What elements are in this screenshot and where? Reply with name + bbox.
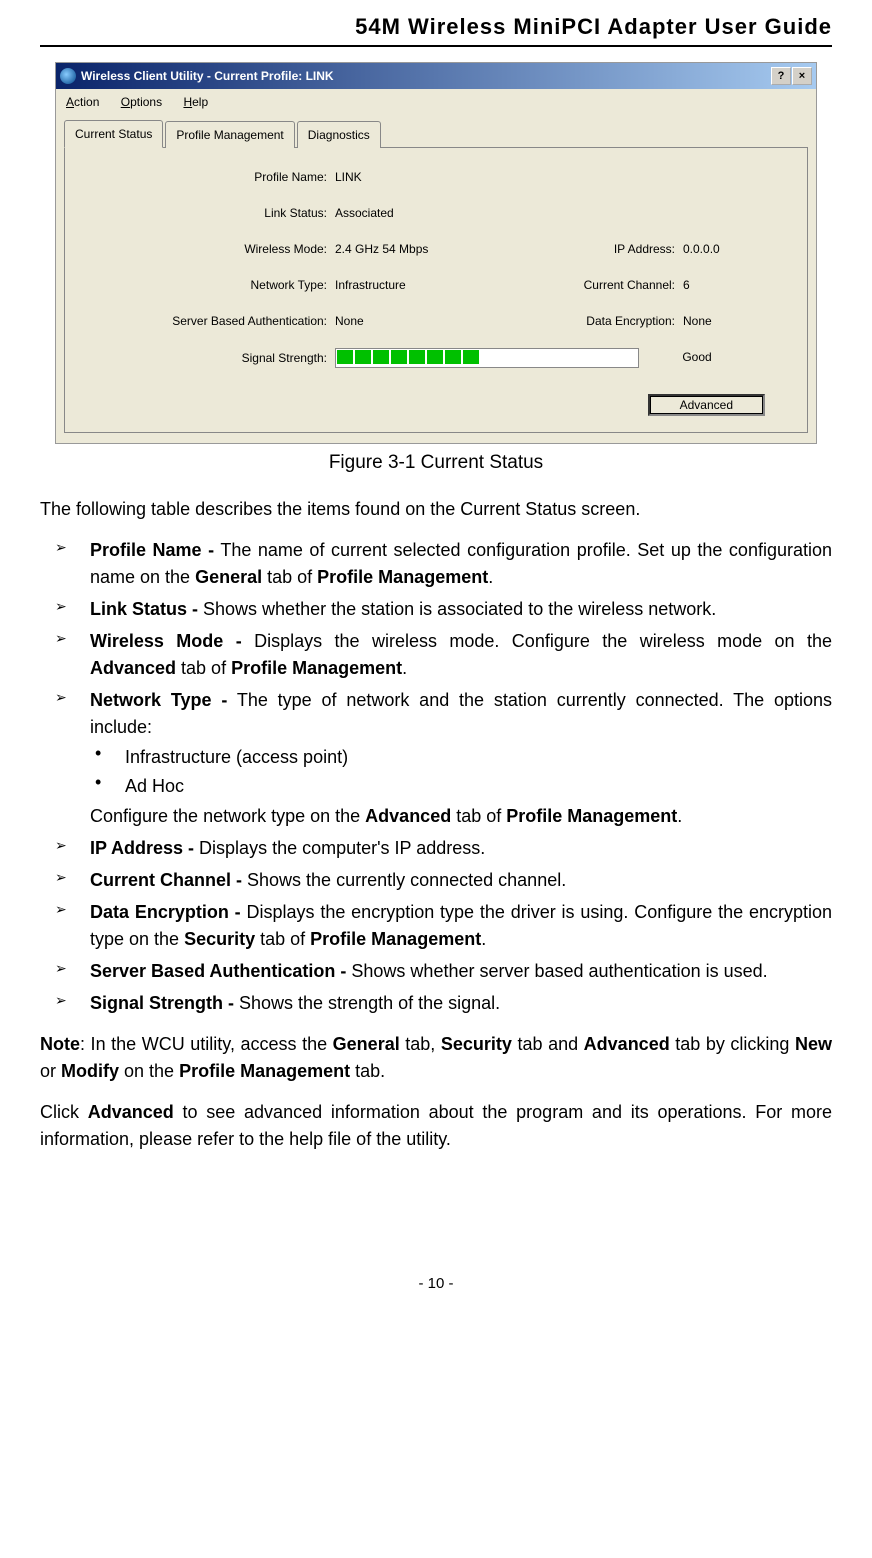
help-button[interactable]: ? (771, 67, 791, 85)
label-current-channel: Current Channel: (565, 276, 683, 294)
label-ip-address: IP Address: (565, 240, 683, 258)
item-profile-name: Profile Name - The name of current selec… (40, 537, 832, 591)
item-list: Profile Name - The name of current selec… (40, 537, 832, 1017)
menu-action[interactable]: AActionction (66, 95, 99, 109)
menu-help[interactable]: Help (183, 95, 208, 109)
window-titlebar: Wireless Client Utility - Current Profil… (56, 63, 816, 89)
window-title: Wireless Client Utility - Current Profil… (81, 67, 771, 85)
page-header-title: 54M Wireless MiniPCI Adapter User Guide (0, 0, 872, 45)
tab-diagnostics[interactable]: Diagnostics (297, 121, 381, 148)
signal-strength-bar: Good (335, 348, 712, 368)
page-number: - 10 - (40, 1273, 832, 1296)
item-data-encryption: Data Encryption - Displays the encryptio… (40, 899, 832, 953)
value-current-channel: 6 (683, 276, 795, 294)
sub-adhoc: Ad Hoc (90, 773, 832, 800)
header-rule (40, 45, 832, 47)
value-encryption: None (683, 312, 795, 330)
label-signal-strength: Signal Strength: (77, 349, 335, 367)
value-wireless-mode: 2.4 GHz 54 Mbps (335, 240, 565, 258)
label-network-type: Network Type: (77, 276, 335, 294)
value-profile-name: LINK (335, 168, 565, 186)
value-ip-address: 0.0.0.0 (683, 240, 795, 258)
tab-current-status[interactable]: Current Status (64, 120, 163, 148)
intro-paragraph: The following table describes the items … (40, 496, 832, 523)
signal-strength-text: Good (682, 350, 711, 364)
tab-row: Current Status Profile Management Diagno… (64, 119, 808, 147)
item-signal-strength: Signal Strength - Shows the strength of … (40, 990, 832, 1017)
item-ip-address: IP Address - Displays the computer's IP … (40, 835, 832, 862)
value-link-status: Associated (335, 204, 565, 222)
label-encryption: Data Encryption: (565, 312, 683, 330)
tab-profile-management[interactable]: Profile Management (165, 121, 294, 148)
sub-infrastructure: Infrastructure (access point) (90, 744, 832, 771)
item-server-auth: Server Based Authentication - Shows whet… (40, 958, 832, 985)
screenshot-window: Wireless Client Utility - Current Profil… (55, 62, 817, 444)
tab-content: Profile Name: LINK Link Status: Associat… (64, 147, 808, 433)
menu-options[interactable]: Options (121, 95, 162, 109)
label-auth: Server Based Authentication: (77, 312, 335, 330)
label-profile-name: Profile Name: (77, 168, 335, 186)
close-button[interactable]: × (792, 67, 812, 85)
advanced-button[interactable]: Advanced (648, 394, 765, 416)
wireless-icon (60, 68, 76, 84)
value-auth: None (335, 312, 565, 330)
menu-bar: AActionction Options Help (56, 89, 816, 115)
label-link-status: Link Status: (77, 204, 335, 222)
item-link-status: Link Status - Shows whether the station … (40, 596, 832, 623)
item-network-type: Network Type - The type of network and t… (40, 687, 832, 830)
item-current-channel: Current Channel - Shows the currently co… (40, 867, 832, 894)
note-paragraph: Note: In the WCU utility, access the Gen… (40, 1031, 832, 1085)
figure-caption: Figure 3-1 Current Status (40, 449, 832, 478)
value-network-type: Infrastructure (335, 276, 565, 294)
label-wireless-mode: Wireless Mode: (77, 240, 335, 258)
last-paragraph: Click Advanced to see advanced informati… (40, 1099, 832, 1153)
item-wireless-mode: Wireless Mode - Displays the wireless mo… (40, 628, 832, 682)
